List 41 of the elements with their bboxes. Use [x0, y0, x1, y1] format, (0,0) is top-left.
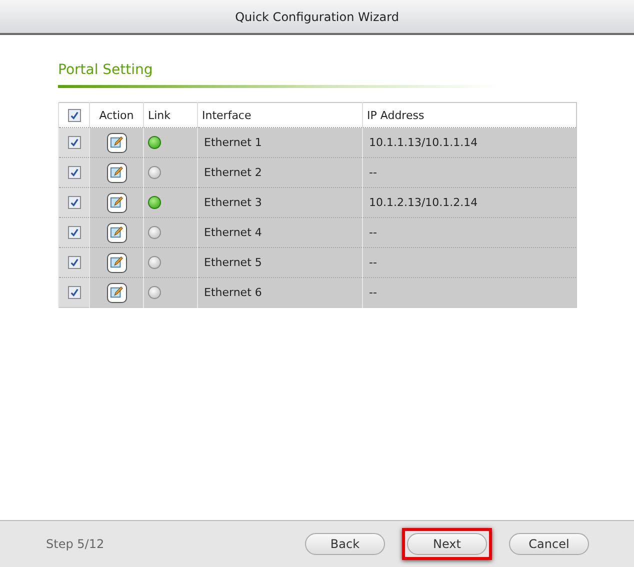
checkbox[interactable]	[68, 286, 80, 300]
checkbox[interactable]	[68, 136, 80, 150]
footer-button[interactable]: Cancel	[509, 533, 589, 555]
column-header: Interface	[198, 102, 362, 128]
table-cell: --	[362, 248, 576, 278]
footer-button[interactable]: Next	[407, 533, 487, 555]
edit-button[interactable]	[106, 132, 126, 152]
checkbox[interactable]	[68, 196, 80, 210]
edit-icon	[110, 196, 123, 209]
edit-button[interactable]	[106, 282, 126, 302]
edit-icon	[110, 256, 123, 269]
table-cell: --	[362, 218, 576, 248]
table-cell: 10.1.2.13/10.1.2.14	[362, 188, 576, 218]
checkbox[interactable]	[68, 166, 80, 180]
table-cell: Ethernet 5	[198, 248, 362, 278]
table-cell: --	[362, 278, 576, 308]
edit-button[interactable]	[106, 162, 126, 182]
edit-icon	[110, 286, 123, 299]
table-cell: Ethernet 1	[198, 128, 362, 158]
checkbox[interactable]	[68, 256, 80, 270]
column-header: Action	[90, 102, 144, 128]
edit-button[interactable]	[106, 252, 126, 272]
edit-button[interactable]	[106, 192, 126, 212]
step-indicator: Step 5/12	[46, 537, 106, 551]
table-cell: Ethernet 2	[198, 158, 362, 188]
edit-icon	[110, 226, 123, 239]
section-title: Portal Setting	[58, 61, 154, 79]
footer-button[interactable]: Back	[305, 533, 385, 555]
edit-icon	[110, 166, 123, 179]
table-cell: Ethernet 6	[198, 278, 362, 308]
window-title: Quick Configuration Wizard	[235, 10, 399, 24]
edit-button[interactable]	[106, 222, 126, 242]
checkbox[interactable]	[68, 108, 80, 122]
checkbox[interactable]	[68, 226, 80, 240]
table-cell: --	[362, 158, 576, 188]
table-cell: Ethernet 4	[198, 218, 362, 248]
edit-icon	[110, 136, 123, 149]
column-header: Link	[144, 102, 198, 128]
table-cell: 10.1.1.13/10.1.1.14	[362, 128, 576, 158]
column-header: IP Address	[362, 102, 576, 128]
table-cell: Ethernet 3	[198, 188, 362, 218]
